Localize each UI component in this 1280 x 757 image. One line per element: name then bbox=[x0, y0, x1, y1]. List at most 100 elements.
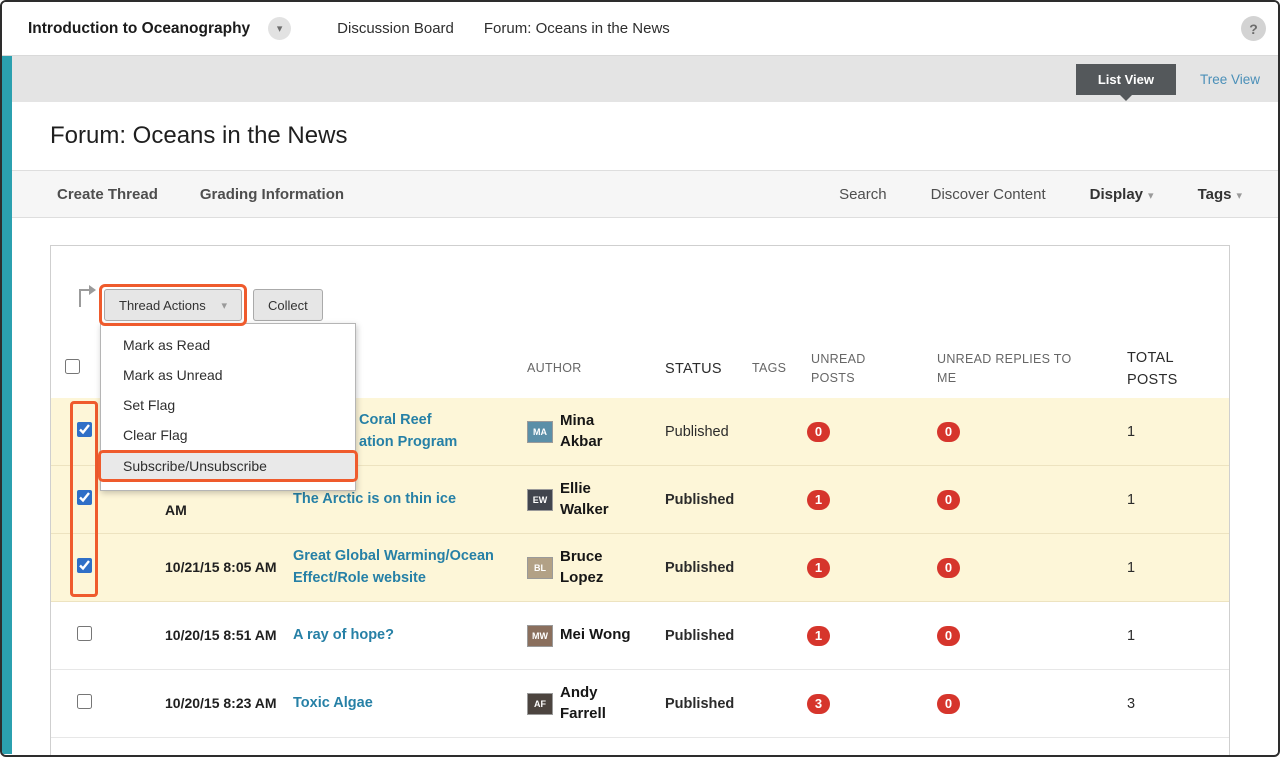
unread-posts-cell: 1 bbox=[805, 626, 937, 646]
author-name: Andy Farrell bbox=[560, 683, 640, 724]
menu-item[interactable]: Set Flag bbox=[101, 390, 355, 420]
unread-posts-cell: 1 bbox=[805, 558, 937, 578]
thread-date: 10/21/15 8:05 AM bbox=[165, 557, 293, 578]
unread-posts-cell: 3 bbox=[805, 694, 937, 714]
thread-title-cell: Great Global Warming/Ocean Effect/Role w… bbox=[293, 546, 527, 588]
thread-status: Published bbox=[665, 560, 752, 576]
status-column-header: STATUS bbox=[665, 358, 752, 380]
unread-posts-badge: 1 bbox=[807, 626, 830, 646]
row-checkbox[interactable] bbox=[77, 626, 92, 641]
thread-title-cell: The Arctic is on thin ice bbox=[293, 489, 527, 510]
thread-date: 10/20/15 8:51 AM bbox=[165, 625, 293, 646]
author-cell: BL Bruce Lopez bbox=[527, 547, 665, 588]
action-bar-right: Search Discover Content Display▾ Tags▾ bbox=[839, 186, 1242, 203]
unread-replies-cell: 0 bbox=[937, 694, 1125, 714]
unread-replies-badge: 0 bbox=[937, 558, 960, 578]
author-avatar: MW bbox=[527, 625, 553, 647]
unread-posts-badge: 3 bbox=[807, 694, 830, 714]
total-posts: 3 bbox=[1125, 696, 1205, 712]
content-area: Thread Actions ▾ Collect Mark as ReadMar… bbox=[12, 218, 1278, 754]
row-select-cell bbox=[65, 626, 165, 646]
row-checkbox[interactable] bbox=[77, 558, 92, 573]
unread-posts-badge: 0 bbox=[807, 422, 830, 442]
author-avatar: AF bbox=[527, 693, 553, 715]
total-posts-column-header: TOTAL POSTS bbox=[1125, 347, 1205, 392]
unread-replies-badge: 0 bbox=[937, 422, 960, 442]
course-menu-button[interactable]: ▾ bbox=[268, 17, 291, 40]
author-avatar: BL bbox=[527, 557, 553, 579]
thread-link[interactable]: The Arctic is on thin ice bbox=[293, 489, 456, 510]
view-toggle: List View Tree View bbox=[1076, 56, 1260, 102]
row-checkbox[interactable] bbox=[77, 694, 92, 709]
create-thread-button[interactable]: Create Thread bbox=[57, 186, 158, 203]
unread-replies-cell: 0 bbox=[937, 490, 1125, 510]
discover-content-button[interactable]: Discover Content bbox=[931, 186, 1046, 203]
author-avatar: MA bbox=[527, 421, 553, 443]
author-name: Ellie Walker bbox=[560, 479, 640, 520]
thread-link[interactable]: Great Global Warming/Ocean Effect/Role w… bbox=[293, 546, 517, 588]
course-title: Introduction to Oceanography bbox=[28, 20, 250, 38]
menu-item[interactable]: Clear Flag bbox=[101, 420, 355, 450]
action-bar: Create Thread Grading Information Search… bbox=[12, 170, 1278, 218]
unread-replies-badge: 0 bbox=[937, 626, 960, 646]
collect-button[interactable]: Collect bbox=[253, 289, 323, 321]
total-posts: 1 bbox=[1125, 560, 1205, 576]
table-row: 10/20/15 8:51 AM A ray of hope? MW Mei W… bbox=[51, 602, 1229, 670]
total-posts: 1 bbox=[1125, 628, 1205, 644]
author-cell: MW Mei Wong bbox=[527, 625, 665, 647]
grading-information-button[interactable]: Grading Information bbox=[200, 186, 344, 203]
thread-link[interactable]: Toxic Algae bbox=[293, 693, 373, 714]
list-view-tab[interactable]: List View bbox=[1076, 64, 1176, 95]
unread-posts-cell: 1 bbox=[805, 490, 937, 510]
page-title: Forum: Oceans in the News bbox=[50, 122, 347, 150]
unread-posts-column-header: UNREAD POSTS bbox=[805, 350, 937, 389]
row-checkbox[interactable] bbox=[77, 422, 92, 437]
thread-actions-callout: Thread Actions ▾ bbox=[99, 284, 247, 326]
display-dropdown[interactable]: Display▾ bbox=[1090, 186, 1154, 203]
unread-replies-cell: 0 bbox=[937, 558, 1125, 578]
thread-date: 10/20/15 8:23 AM bbox=[165, 693, 293, 714]
tags-dropdown[interactable]: Tags▾ bbox=[1198, 186, 1242, 203]
help-button[interactable]: ? bbox=[1241, 16, 1266, 41]
teal-accent-stripe bbox=[2, 56, 12, 754]
select-all-checkbox[interactable] bbox=[65, 359, 80, 374]
total-posts: 1 bbox=[1125, 492, 1205, 508]
thread-status: Published bbox=[665, 424, 752, 440]
search-button[interactable]: Search bbox=[839, 186, 887, 203]
unread-replies-badge: 0 bbox=[937, 694, 960, 714]
table-row: 10/20/15 8:23 AM Toxic Algae AF Andy Far… bbox=[51, 670, 1229, 738]
thread-link[interactable]: A ray of hope? bbox=[293, 625, 394, 646]
row-select-cell bbox=[65, 558, 165, 578]
unread-replies-cell: 0 bbox=[937, 626, 1125, 646]
caret-down-icon: ▾ bbox=[1236, 190, 1242, 202]
menu-item[interactable]: Subscribe/Unsubscribe bbox=[98, 450, 358, 482]
title-area: Forum: Oceans in the News bbox=[12, 102, 1278, 170]
breadcrumb-current-forum: Forum: Oceans in the News bbox=[484, 20, 670, 37]
menu-item[interactable]: Mark as Read bbox=[101, 330, 355, 360]
caret-down-icon: ▾ bbox=[221, 299, 227, 312]
breadcrumb-discussion-board[interactable]: Discussion Board bbox=[337, 20, 454, 37]
table-row: 10/21/15 8:05 AM Great Global Warming/Oc… bbox=[51, 534, 1229, 602]
forum-page: Introduction to Oceanography ▾ Discussio… bbox=[0, 0, 1280, 757]
unread-posts-cell: 0 bbox=[805, 422, 937, 442]
thread-status: Published bbox=[665, 696, 752, 712]
thread-title-cell: A ray of hope? bbox=[293, 625, 527, 646]
top-header: Introduction to Oceanography ▾ Discussio… bbox=[2, 2, 1278, 56]
unread-posts-badge: 1 bbox=[807, 490, 830, 510]
unread-posts-badge: 1 bbox=[807, 558, 830, 578]
body-wrap: List View Tree View Forum: Oceans in the… bbox=[2, 56, 1278, 754]
author-column-header: AUTHOR bbox=[527, 359, 665, 378]
row-select-cell bbox=[65, 490, 165, 510]
tree-view-link[interactable]: Tree View bbox=[1200, 72, 1260, 87]
thread-title-cell: Toxic Algae bbox=[293, 693, 527, 714]
reorder-arrow-icon bbox=[75, 282, 99, 314]
thread-list-panel: Thread Actions ▾ Collect Mark as ReadMar… bbox=[50, 245, 1230, 757]
thread-actions-button[interactable]: Thread Actions ▾ bbox=[104, 289, 242, 321]
menu-item[interactable]: Mark as Unread bbox=[101, 360, 355, 390]
unread-replies-badge: 0 bbox=[937, 490, 960, 510]
chevron-down-icon: ▾ bbox=[277, 22, 283, 35]
row-checkbox[interactable] bbox=[77, 490, 92, 505]
main-column: List View Tree View Forum: Oceans in the… bbox=[12, 56, 1278, 754]
action-bar-left: Create Thread Grading Information bbox=[57, 186, 344, 203]
thread-link[interactable]: Coral Reef ation Program bbox=[359, 410, 457, 452]
